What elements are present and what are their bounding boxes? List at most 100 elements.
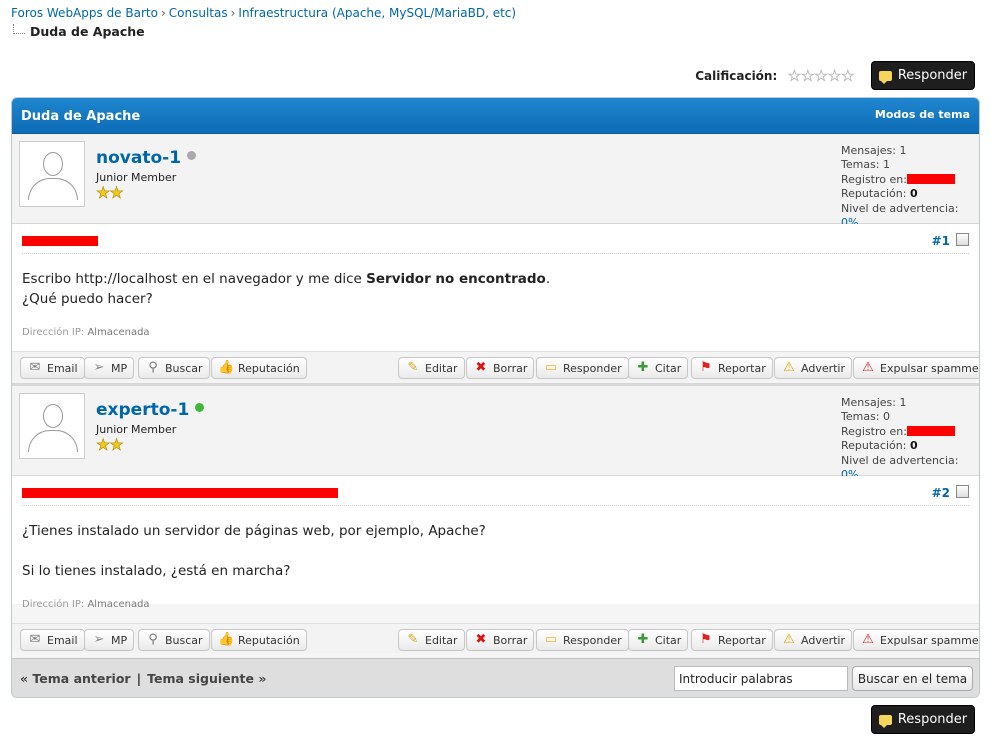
tree-connector-icon: [13, 24, 25, 34]
stat-label: Registro en:: [841, 424, 907, 438]
delete-button[interactable]: ✖ Borrar: [466, 629, 535, 651]
thread-title: Duda de Apache: [21, 109, 141, 124]
envelope-icon: ✉: [29, 632, 41, 647]
username-text: novato-1: [96, 148, 182, 168]
nav-divider: |: [136, 671, 142, 686]
avatar-body-icon: [28, 430, 78, 452]
ban-spammer-button[interactable]: ⚠ Expulsar spammer: [853, 629, 979, 651]
post-text: Escribo http://localhost en el navegador…: [22, 271, 367, 287]
stat-label: Temas:: [841, 410, 880, 424]
thumbs-up-icon: 👍: [218, 360, 235, 375]
stat-mensajes: 1: [899, 396, 907, 409]
speech-bubble-icon: [878, 70, 892, 84]
thread-search-input[interactable]: [674, 666, 848, 691]
reply-post-button[interactable]: ▭ Responder: [536, 629, 629, 651]
search-user-button[interactable]: ⚲ Buscar: [138, 357, 210, 379]
pm-button[interactable]: ➢ MP: [84, 629, 135, 651]
edit-button[interactable]: ✎ Editar: [398, 357, 465, 379]
quote-plus-icon: ✚: [637, 360, 649, 375]
stat-label: Nivel de advertencia:: [841, 453, 959, 467]
reputation-button[interactable]: 👍 Reputación: [211, 357, 307, 379]
avatar[interactable]: [19, 141, 85, 207]
stat-reputacion: 0: [909, 187, 918, 201]
divider: [22, 505, 969, 506]
rating-stars-icon[interactable]: ☆☆☆☆☆: [787, 66, 855, 86]
post-username[interactable]: experto-1: [96, 400, 205, 420]
post-number-link[interactable]: #1: [932, 234, 950, 248]
reply-post-label: Responder: [563, 361, 622, 375]
stat-label: Registro en:: [841, 172, 907, 186]
thumbs-up-icon: 👍: [218, 632, 235, 647]
breadcrumb-link-infraestructura[interactable]: Infraestructura (Apache, MySQL/MariaBD, …: [238, 6, 516, 20]
thread-footer: « Tema anterior | Tema siguiente » Buscar …: [12, 658, 979, 697]
redacted-post-title: [22, 488, 338, 498]
avatar[interactable]: [19, 393, 85, 459]
edit-button[interactable]: ✎ Editar: [398, 629, 465, 651]
delete-label: Borrar: [493, 361, 528, 375]
post-username[interactable]: novato-1: [96, 148, 197, 168]
stat-temas: 1: [883, 158, 891, 172]
user-rank-stars-icon: ★★: [96, 183, 124, 203]
warning-icon: ⚠: [783, 360, 795, 375]
breadcrumb-link-forum[interactable]: Foros WebApps de Barto: [11, 6, 158, 20]
search-user-label: Buscar: [165, 361, 203, 375]
quote-label: Citar: [655, 633, 682, 647]
redacted-registration-date: [906, 425, 955, 436]
alert-triangle-icon: ⚠: [862, 360, 874, 375]
quote-button[interactable]: ✚ Citar: [628, 629, 689, 651]
quote-plus-icon: ✚: [637, 632, 649, 647]
email-button[interactable]: ✉ Email: [20, 629, 85, 651]
stat-label: Reputación:: [841, 187, 907, 201]
reputation-label: Reputación: [238, 633, 300, 647]
breadcrumb-current: Duda de Apache: [13, 24, 145, 39]
post-select-checkbox[interactable]: [956, 233, 969, 246]
thread-search-button[interactable]: Buscar en el tema: [852, 666, 973, 691]
ip-value: Almacenada: [87, 599, 150, 610]
username-text: experto-1: [96, 400, 190, 420]
stat-mensajes: 1: [899, 144, 907, 157]
post-select-checkbox[interactable]: [956, 485, 969, 498]
delete-button[interactable]: ✖ Borrar: [466, 357, 535, 379]
stat-label: Mensajes:: [841, 144, 896, 157]
user-stats: Mensajes: 1 Temas: 0 Registro en: Reputa…: [841, 396, 979, 482]
reply-button-bottom[interactable]: Responder: [871, 705, 975, 734]
thread-header: Duda de Apache Modos de tema: [12, 98, 979, 134]
magnifier-icon: ⚲: [148, 632, 158, 647]
search-user-button[interactable]: ⚲ Buscar: [138, 629, 210, 651]
breadcrumb-link-consultas[interactable]: Consultas: [169, 6, 228, 20]
ip-label: Dirección IP:: [22, 327, 85, 338]
reply-post-label: Responder: [563, 633, 622, 647]
flag-icon: ⚑: [700, 360, 712, 375]
breadcrumb: Foros WebApps de Barto › Consultas › Infraes…: [11, 6, 516, 39]
avatar-head-icon: [43, 152, 63, 176]
user-rank-stars-icon: ★★: [96, 435, 124, 455]
pencil-icon: ✎: [407, 360, 419, 375]
avatar-body-icon: [28, 178, 78, 200]
email-button[interactable]: ✉ Email: [20, 357, 85, 379]
speech-bubble-icon: ▭: [544, 632, 558, 647]
post-number-link[interactable]: #2: [932, 486, 950, 500]
warn-label: Advertir: [801, 633, 846, 647]
thread-modes-link[interactable]: Modos de tema: [875, 108, 970, 121]
pm-button[interactable]: ➢ MP: [84, 357, 135, 379]
reply-button-top[interactable]: Responder: [871, 61, 975, 90]
previous-thread-link[interactable]: « Tema anterior: [20, 671, 131, 686]
warn-button[interactable]: ⚠ Advertir: [774, 357, 853, 379]
report-button[interactable]: ⚑ Reportar: [691, 629, 773, 651]
report-button[interactable]: ⚑ Reportar: [691, 357, 773, 379]
warning-icon: ⚠: [783, 632, 795, 647]
ban-spammer-button[interactable]: ⚠ Expulsar spammer: [853, 357, 979, 379]
divider: [22, 253, 969, 254]
envelope-icon: ✉: [29, 360, 41, 375]
pencil-icon: ✎: [407, 632, 419, 647]
ip-label: Dirección IP:: [22, 599, 85, 610]
post: novato-1 Junior Member ★★ Mensajes: 1 Te…: [12, 134, 979, 351]
quote-button[interactable]: ✚ Citar: [628, 357, 689, 379]
delete-label: Borrar: [493, 633, 528, 647]
ip-info: Dirección IP: Almacenada: [22, 327, 150, 338]
warn-button[interactable]: ⚠ Advertir: [774, 629, 853, 651]
reply-post-button[interactable]: ▭ Responder: [536, 357, 629, 379]
next-thread-link[interactable]: Tema siguiente »: [147, 671, 266, 686]
reputation-button[interactable]: 👍 Reputación: [211, 629, 307, 651]
stat-label: Nivel de advertencia:: [841, 201, 959, 215]
